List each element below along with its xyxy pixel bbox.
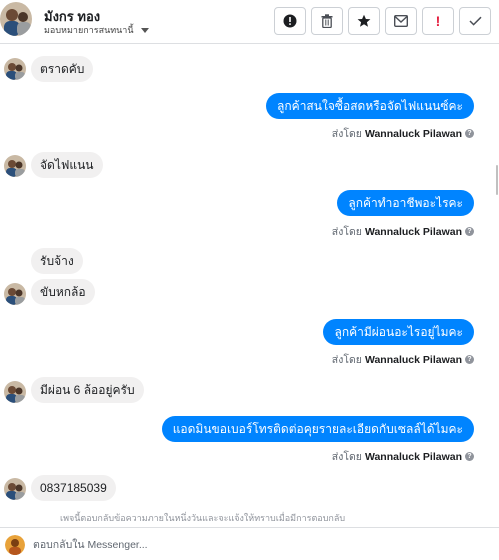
outgoing-message[interactable]: ลูกค้าทำอาชีพอะไรคะ [337, 190, 474, 216]
contact-photo-icon [4, 381, 26, 403]
contact-photo-icon [4, 58, 26, 80]
help-icon[interactable]: ? [465, 227, 474, 236]
incoming-message[interactable]: จัดไฟแนน [31, 152, 103, 178]
assign-label: มอบหมายการสนทนานี้ [44, 25, 134, 35]
reply-composer [0, 527, 499, 560]
star-icon [357, 14, 371, 27]
sender-avatar [4, 155, 26, 177]
spam-button[interactable]: ! [422, 7, 454, 35]
alert-button[interactable] [274, 7, 306, 35]
done-check-icon [468, 16, 482, 26]
help-icon[interactable]: ? [465, 452, 474, 461]
outgoing-message[interactable]: ลูกค้าสนใจซื้อสดหรือจัดไฟแนนซ์คะ [266, 93, 474, 119]
assign-conversation-dropdown[interactable]: มอบหมายการสนทนานี้ [44, 23, 149, 37]
help-icon[interactable]: ? [465, 355, 474, 364]
sender-name: Wannaluck Pilawan [364, 353, 462, 366]
contact-photo-icon [4, 155, 26, 177]
outgoing-message[interactable]: ลูกค้ามีผ่อนอะไรอยู่ไมคะ [323, 319, 474, 345]
contact-photo-icon [4, 283, 26, 305]
policy-note: เพจนี้ตอบกลับข้อความภายในหนึ่งวันและจะแจ… [60, 513, 346, 521]
page-logo-icon [5, 535, 25, 555]
sent-by-label: ส่งโดย Wannaluck Pilawan ? [332, 448, 474, 465]
star-button[interactable] [348, 7, 380, 35]
trash-icon [321, 14, 333, 28]
sent-by-label: ส่งโดย Wannaluck Pilawan ? [332, 125, 474, 142]
contact-photo-icon [4, 478, 26, 500]
sender-name: Wannaluck Pilawan [364, 225, 462, 238]
outgoing-message[interactable]: แอดมินขอเบอร์โทรติดต่อคุยรายละเอียดกับเซ… [161, 416, 474, 442]
sender-avatar [4, 478, 26, 500]
mark-unread-button[interactable] [385, 7, 417, 35]
contact-photo-icon [0, 2, 32, 36]
incoming-message[interactable]: ตราดคับ [31, 56, 94, 82]
reply-input[interactable] [33, 536, 473, 554]
contact-avatar[interactable] [0, 2, 32, 36]
help-icon[interactable]: ? [465, 129, 474, 138]
sent-by-prefix: ส่งโดย [331, 354, 362, 366]
sender-name: Wannaluck Pilawan [364, 127, 462, 140]
chevron-down-icon [140, 27, 149, 33]
mark-unread-icon [394, 15, 408, 27]
sent-by-prefix: ส่งโดย [331, 128, 362, 140]
incoming-message[interactable]: ขับหกล้อ [31, 279, 95, 305]
header-actions: ! [274, 7, 491, 35]
incoming-message[interactable]: มีผ่อน 6 ล้ออยู่ครับ [31, 377, 144, 403]
page-avatar [5, 535, 25, 555]
sent-by-label: ส่งโดย Wannaluck Pilawan ? [332, 351, 474, 368]
incoming-message[interactable]: 0837185039 [31, 475, 116, 501]
message-thread[interactable]: ตราดคับ ลูกค้าสนใจซื้อสดหรือจัดไฟแนนซ์คะ… [0, 45, 499, 527]
sender-avatar [4, 381, 26, 403]
delete-button[interactable] [311, 7, 343, 35]
sender-avatar [4, 58, 26, 80]
incoming-message[interactable]: รับจ้าง [31, 248, 83, 274]
sent-by-prefix: ส่งโดย [331, 226, 362, 238]
alert-circle-icon [283, 14, 297, 28]
sent-by-prefix: ส่งโดย [331, 451, 362, 463]
sent-by-label: ส่งโดย Wannaluck Pilawan ? [332, 223, 474, 240]
done-button[interactable] [459, 7, 491, 35]
sender-avatar [4, 283, 26, 305]
scrollbar-thumb[interactable] [496, 165, 498, 195]
conversation-header: มังกร ทอง มอบหมายการสนทนานี้ ! [0, 0, 499, 44]
spam-icon: ! [435, 13, 441, 29]
sender-name: Wannaluck Pilawan [364, 450, 462, 463]
